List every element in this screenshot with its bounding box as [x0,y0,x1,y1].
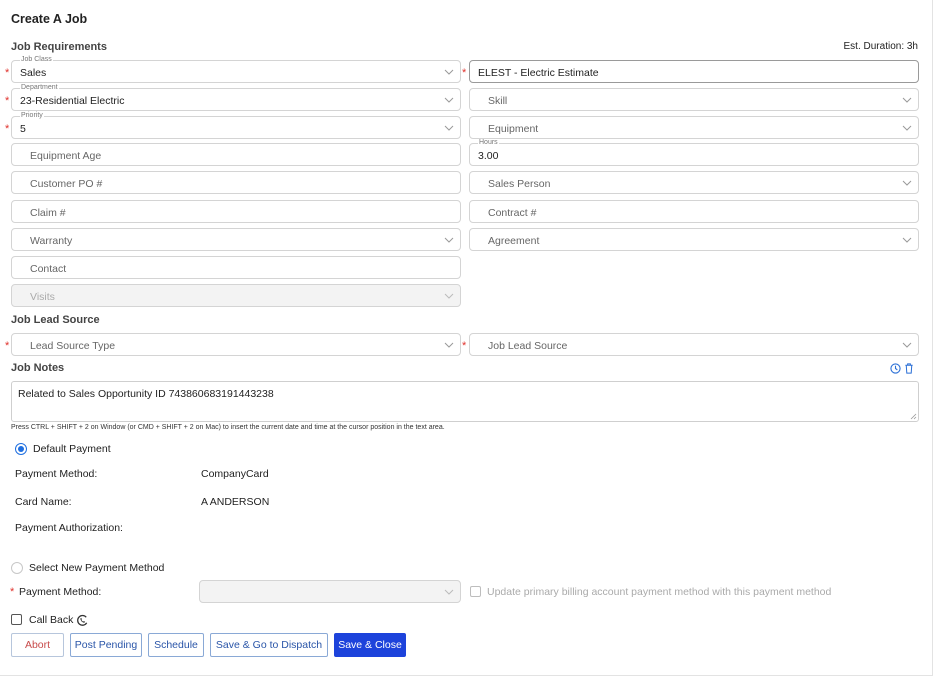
chevron-down-icon [902,125,912,131]
customer-po-input[interactable]: Customer PO # [11,171,461,194]
chevron-down-icon [902,237,912,243]
priority-value: 5 [20,123,26,135]
job-requirements-heading: Job Requirements [11,41,107,53]
required-marker: * [10,586,15,598]
sales-person-placeholder: Sales Person [488,178,551,190]
post-pending-button[interactable]: Post Pending [70,633,142,657]
select-new-payment-radio[interactable] [11,562,23,574]
contract-placeholder: Contract # [488,207,537,219]
call-back-label: Call Back [29,614,74,626]
job-class-label: Job Class [20,56,53,64]
abort-button[interactable]: Abort [11,633,64,657]
create-job-panel: Create A Job Job Requirements Est. Durat… [0,0,933,676]
priority-select[interactable]: Priority 5 [11,112,461,139]
callback-icon [77,614,88,626]
claim-placeholder: Claim # [30,207,66,219]
resize-handle-icon[interactable] [910,413,917,420]
agreement-placeholder: Agreement [488,235,540,247]
chevron-down-icon [444,293,454,299]
priority-label: Priority [20,112,44,120]
card-name-value: A ANDERSON [201,496,270,508]
history-icon[interactable] [890,363,901,374]
skill-select[interactable]: Skill [469,88,919,111]
chevron-down-icon [444,97,454,103]
payment-method-value: CompanyCard [201,468,269,480]
chevron-down-icon [444,589,454,595]
required-marker: * [5,67,10,79]
est-duration: Est. Duration: 3h [843,41,918,52]
chevron-down-icon [902,97,912,103]
save-close-button[interactable]: Save & Close [334,633,406,657]
equipment-placeholder: Equipment [488,123,539,135]
skill-placeholder: Skill [488,95,508,107]
hours-label: Hours [478,139,499,147]
chevron-down-icon [444,69,454,75]
warranty-select[interactable]: Warranty [11,228,461,251]
warranty-placeholder: Warranty [30,235,73,247]
contact-input[interactable]: Contact [11,256,461,279]
chevron-down-icon [444,237,454,243]
contact-placeholder: Contact [30,263,67,275]
agreement-select[interactable]: Agreement [469,228,919,251]
new-payment-method-label: Payment Method: [19,586,102,598]
notes-hint: Press CTRL + SHIFT + 2 on Window (or CMD… [11,424,445,431]
default-payment-label: Default Payment [33,443,111,455]
trash-icon[interactable] [904,363,914,374]
payment-method-label: Payment Method: [15,468,98,480]
job-notes-heading: Job Notes [11,362,65,374]
visits-placeholder: Visits [30,291,55,303]
required-marker: * [5,123,10,135]
sales-person-select[interactable]: Sales Person [469,171,919,194]
card-name-label: Card Name: [15,496,72,508]
call-back-checkbox[interactable] [11,614,22,625]
default-payment-radio[interactable] [15,443,27,455]
department-value: 23-Residential Electric [20,95,125,107]
job-notes-textarea[interactable]: Related to Sales Opportunity ID 74386068… [11,381,919,422]
lead-source-type-select[interactable]: Lead Source Type [11,333,461,356]
job-class-value: Sales [20,67,47,79]
job-class-select[interactable]: Job Class Sales [11,56,461,83]
visits-select: Visits [11,284,461,307]
chevron-down-icon [444,125,454,131]
required-marker: * [5,95,10,107]
equipment-age-input[interactable]: Equipment Age [11,143,461,166]
required-marker: * [5,340,10,352]
hours-value: 3.00 [478,150,499,162]
job-lead-source-placeholder: Job Lead Source [488,340,568,352]
job-type-input[interactable]: ELEST - Electric Estimate [469,60,919,83]
hours-input[interactable]: Hours 3.00 [469,139,919,166]
page-title: Create A Job [11,12,88,26]
job-lead-source-select[interactable]: Job Lead Source [469,333,919,356]
department-select[interactable]: Department 23-Residential Electric [11,84,461,111]
contract-input[interactable]: Contract # [469,200,919,223]
chevron-down-icon [902,342,912,348]
payment-authorization-label: Payment Authorization: [15,522,123,534]
job-type-value: ELEST - Electric Estimate [478,67,599,79]
schedule-button[interactable]: Schedule [148,633,204,657]
chevron-down-icon [444,342,454,348]
job-notes-value: Related to Sales Opportunity ID 74386068… [18,388,274,400]
required-marker: * [462,67,467,79]
chevron-down-icon [902,180,912,186]
lead-source-heading: Job Lead Source [11,314,100,326]
equipment-age-placeholder: Equipment Age [30,150,102,162]
update-primary-checkbox[interactable] [470,586,481,597]
save-go-dispatch-button[interactable]: Save & Go to Dispatch [210,633,328,657]
new-payment-method-select [199,580,461,603]
claim-input[interactable]: Claim # [11,200,461,223]
lead-source-type-placeholder: Lead Source Type [30,340,116,352]
department-label: Department [20,84,59,92]
select-new-payment-label: Select New Payment Method [29,562,165,574]
update-primary-label: Update primary billing account payment m… [487,586,832,598]
required-marker: * [462,340,467,352]
equipment-select[interactable]: Equipment [469,116,919,139]
customer-po-placeholder: Customer PO # [30,178,103,190]
